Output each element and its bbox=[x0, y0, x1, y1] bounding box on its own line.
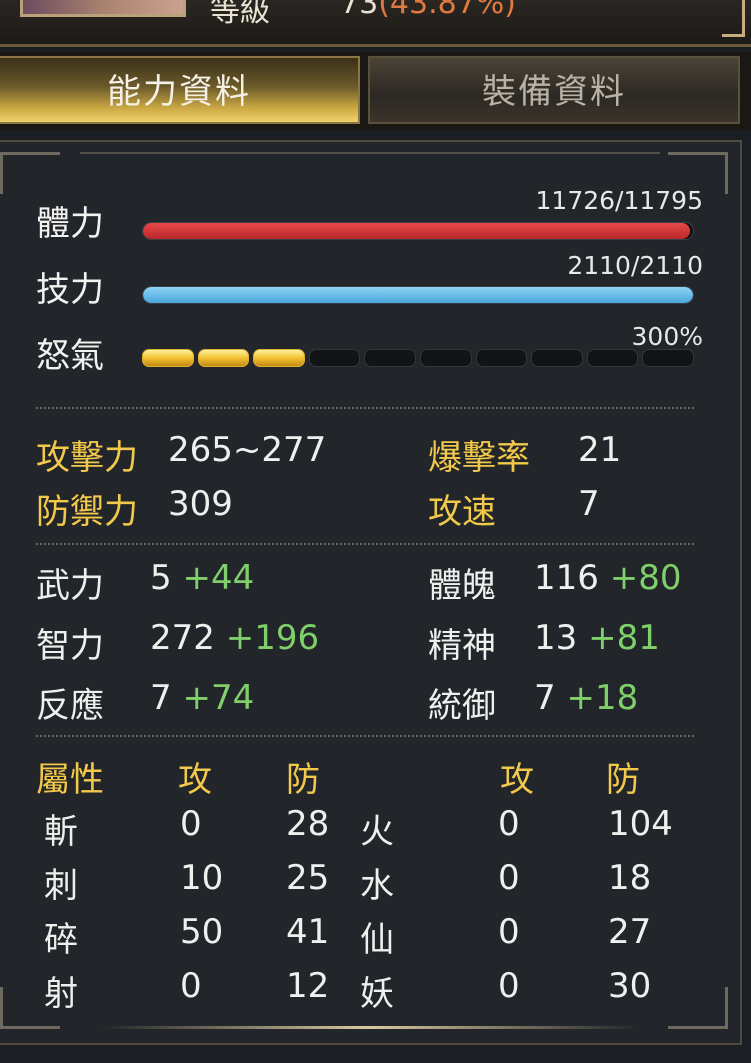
element-cell-ldef: 25 bbox=[286, 858, 330, 898]
rage-segment bbox=[364, 349, 416, 367]
col-attack: 攻 bbox=[500, 760, 534, 800]
rage-segment bbox=[197, 349, 250, 367]
mp-bar bbox=[142, 286, 694, 304]
attr-label: 統御 bbox=[428, 686, 496, 726]
panel-bottom-glow bbox=[100, 1026, 640, 1029]
mp-value: 2110/2110 bbox=[567, 251, 703, 280]
rage-gauge bbox=[142, 349, 694, 367]
attr-base: 7 bbox=[534, 678, 556, 718]
panel-top-border bbox=[80, 152, 660, 154]
element-cell-left: 刺 bbox=[44, 866, 78, 906]
divider bbox=[36, 543, 694, 545]
divider bbox=[36, 407, 694, 409]
level-value: 73(43.87%) bbox=[340, 0, 516, 21]
element-cell-ldef: 12 bbox=[286, 966, 330, 1006]
element-cell-rdef: 104 bbox=[608, 804, 673, 844]
tab-bar: 能力資料 裝備資料 bbox=[0, 52, 751, 130]
rage-label: 怒氣 bbox=[36, 336, 104, 376]
element-cell-rdef: 18 bbox=[608, 858, 652, 898]
col-defense: 防 bbox=[606, 760, 640, 800]
rage-segment bbox=[531, 349, 583, 367]
frame-corner bbox=[722, 0, 745, 37]
rage-segment bbox=[142, 349, 194, 367]
element-cell-latk: 0 bbox=[180, 804, 202, 844]
mp-bar-fill bbox=[143, 287, 693, 303]
attr-base: 272 bbox=[150, 618, 215, 658]
element-cell-rdef: 30 bbox=[608, 966, 652, 1006]
tab-ability-info[interactable]: 能力資料 bbox=[0, 56, 360, 124]
element-cell-ratk: 0 bbox=[498, 966, 520, 1006]
attr-bonus: +196 bbox=[225, 618, 320, 658]
rage-value: 300% bbox=[631, 322, 703, 351]
attr-base: 13 bbox=[534, 618, 578, 658]
element-cell-right: 水 bbox=[360, 866, 394, 906]
attr-base: 5 bbox=[150, 558, 172, 598]
element-cell-latk: 50 bbox=[180, 912, 224, 952]
attr-value: 5 +44 bbox=[150, 558, 254, 598]
character-portrait bbox=[20, 0, 186, 17]
hp-label: 體力 bbox=[36, 204, 104, 244]
rage-segment bbox=[642, 349, 694, 367]
hp-bar bbox=[142, 222, 694, 240]
attr-label: 反應 bbox=[36, 686, 104, 726]
speed-value: 7 bbox=[578, 484, 600, 524]
attr-value: 116 +80 bbox=[534, 558, 681, 598]
attr-base: 7 bbox=[150, 678, 172, 718]
element-cell-left: 碎 bbox=[44, 920, 78, 960]
divider bbox=[36, 735, 694, 737]
element-cell-ldef: 41 bbox=[286, 912, 330, 952]
element-cell-ldef: 28 bbox=[286, 804, 330, 844]
rage-segment bbox=[419, 349, 472, 367]
crit-label: 爆擊率 bbox=[428, 438, 530, 478]
attr-bonus: +80 bbox=[609, 558, 682, 598]
attr-label: 精神 bbox=[428, 626, 496, 666]
element-cell-latk: 0 bbox=[180, 966, 202, 1006]
mp-label: 技力 bbox=[36, 270, 104, 310]
element-cell-ratk: 0 bbox=[498, 912, 520, 952]
attr-label: 體魄 bbox=[428, 566, 496, 606]
element-cell-ratk: 0 bbox=[498, 858, 520, 898]
attr-label: 智力 bbox=[36, 626, 104, 666]
hp-value: 11726/11795 bbox=[535, 186, 703, 215]
element-cell-rdef: 27 bbox=[608, 912, 652, 952]
defense-value: 309 bbox=[168, 484, 233, 524]
element-cell-left: 射 bbox=[44, 974, 78, 1014]
attr-label: 武力 bbox=[36, 566, 104, 606]
element-cell-ratk: 0 bbox=[498, 804, 520, 844]
rage-segment bbox=[586, 349, 639, 367]
hp-bar-fill bbox=[143, 223, 690, 239]
col-defense: 防 bbox=[286, 760, 320, 800]
attr-value: 7 +74 bbox=[150, 678, 254, 718]
top-bar: 等級 73(43.87%) bbox=[0, 0, 751, 47]
attack-label: 攻擊力 bbox=[36, 438, 138, 478]
element-cell-left: 斬 bbox=[44, 812, 78, 852]
attr-bonus: +81 bbox=[588, 618, 660, 658]
rage-segment bbox=[308, 349, 361, 367]
crit-value: 21 bbox=[578, 430, 622, 470]
attr-bonus: +18 bbox=[566, 678, 639, 718]
defense-label: 防禦力 bbox=[36, 492, 138, 532]
speed-label: 攻速 bbox=[428, 492, 496, 532]
rage-segment bbox=[475, 349, 528, 367]
element-cell-right: 仙 bbox=[360, 920, 394, 960]
attr-value: 7 +18 bbox=[534, 678, 638, 718]
rage-segment bbox=[253, 349, 305, 367]
corner-ornament-icon bbox=[0, 152, 60, 194]
element-cell-right: 火 bbox=[360, 812, 394, 852]
element-cell-right: 妖 bbox=[360, 974, 394, 1014]
element-cell-latk: 10 bbox=[180, 858, 224, 898]
corner-ornament-icon bbox=[668, 987, 728, 1029]
attr-bonus: +74 bbox=[182, 678, 255, 718]
element-header: 屬性 bbox=[36, 760, 104, 800]
level-number: 73 bbox=[340, 0, 379, 21]
level-label: 等級 bbox=[210, 0, 270, 29]
tab-equipment-info[interactable]: 裝備資料 bbox=[368, 56, 740, 124]
attr-value: 272 +196 bbox=[150, 618, 319, 658]
attr-value: 13 +81 bbox=[534, 618, 660, 658]
level-percent: (43.87%) bbox=[378, 0, 516, 21]
col-attack: 攻 bbox=[178, 760, 212, 800]
attack-value: 265~277 bbox=[168, 430, 327, 470]
attr-bonus: +44 bbox=[182, 558, 255, 598]
attr-base: 116 bbox=[534, 558, 599, 598]
